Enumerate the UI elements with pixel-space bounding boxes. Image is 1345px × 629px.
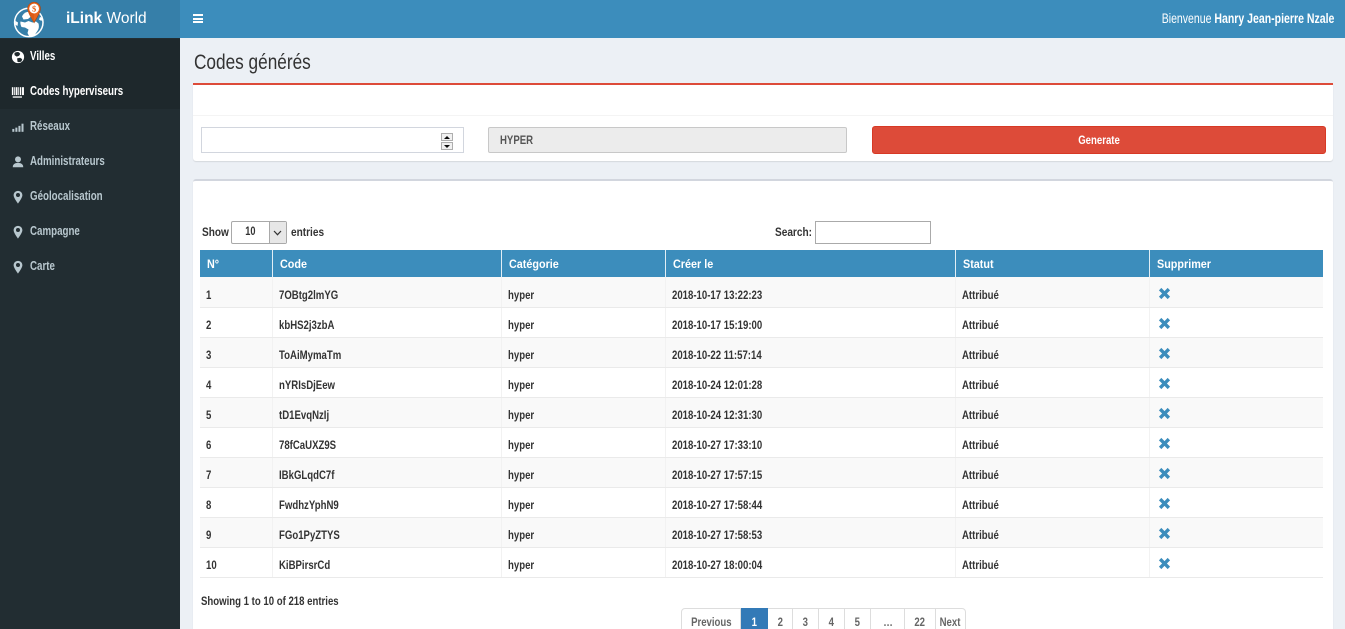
svg-text:$: $ [32,4,37,14]
